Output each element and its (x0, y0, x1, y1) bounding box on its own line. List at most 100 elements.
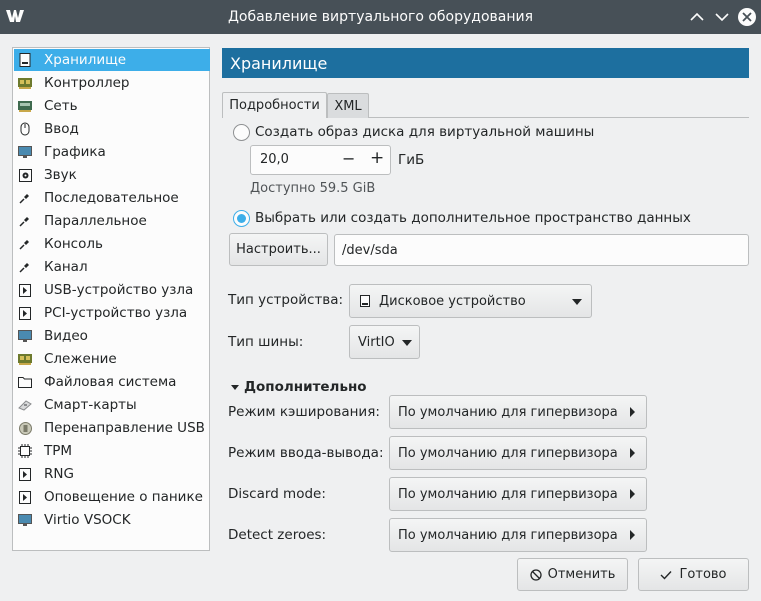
help-chevron-icon (690, 12, 704, 21)
storage-path-input[interactable]: /dev/sda (334, 234, 749, 266)
discard-mode-select[interactable]: По умолчанию для гипервизора (389, 477, 647, 511)
sidebar-item-parallel[interactable]: Параллельное (14, 210, 210, 232)
minimize-button[interactable] (713, 8, 731, 26)
sidebar-item-filesystem[interactable]: Файловая система (14, 371, 210, 393)
sidebar-item-controller[interactable]: Контроллер (14, 72, 210, 94)
device-type-label: Тип устройства: (228, 292, 344, 308)
sidebar-item-label: PCI-устройство узла (44, 305, 188, 321)
serial-cable-icon (18, 191, 32, 205)
configure-button-label: Настроить... (236, 242, 321, 257)
sidebar-item-serial[interactable]: Последовательное (14, 187, 210, 209)
tab-details[interactable]: Подробности (222, 92, 327, 118)
sidebar-item-label: USB-устройство узла (44, 282, 194, 298)
tab-xml[interactable]: XML (327, 93, 369, 118)
sidebar-item-label: Канал (44, 259, 88, 275)
sidebar-item-channel[interactable]: Канал (14, 256, 210, 278)
video-monitor-icon (18, 329, 32, 343)
sidebar-item-label: Перенаправление USB (44, 420, 205, 436)
sidebar-item-video[interactable]: Видео (14, 325, 210, 347)
sidebar-item-label: Оповещение о панике (44, 489, 203, 505)
chevron-right-icon (630, 489, 635, 499)
cache-mode-select[interactable]: По умолчанию для гипервизора (389, 395, 647, 429)
pci-device-icon (18, 306, 32, 320)
sidebar-item-input[interactable]: Ввод (14, 118, 210, 140)
device-type-select[interactable]: Дисковое устройство (349, 284, 592, 318)
usb-device-icon (18, 283, 32, 297)
cache-mode-value: По умолчанию для гипервизора (398, 404, 618, 420)
bus-type-select[interactable]: VirtIO (349, 325, 420, 359)
sidebar-item-watchdog[interactable]: Слежение (14, 348, 210, 370)
chevron-down-icon (402, 340, 412, 346)
bus-type-label: Тип шины: (228, 334, 304, 350)
sidebar-item-label: Графика (44, 144, 106, 160)
cancel-button[interactable]: Отменить (517, 558, 628, 591)
speaker-icon (18, 168, 32, 182)
chevron-down-icon (231, 384, 239, 390)
sidebar-item-panic[interactable]: Оповещение о панике (14, 486, 210, 508)
select-storage-radio[interactable] (233, 210, 250, 227)
create-disk-label[interactable]: Создать образ диска для виртуальной маши… (255, 124, 594, 140)
detect-zeroes-select[interactable]: По умолчанию для гипервизора (389, 518, 647, 552)
io-mode-select[interactable]: По умолчанию для гипервизора (389, 436, 647, 470)
panic-device-icon (18, 490, 32, 504)
increment-button[interactable]: + (370, 148, 384, 168)
storage-path-value: /dev/sda (342, 242, 398, 258)
sidebar-item-smartcard[interactable]: Смарт-карты (14, 394, 210, 416)
disk-icon (360, 295, 370, 307)
sidebar-item-label: Ввод (44, 121, 79, 137)
chevron-right-icon (630, 407, 635, 417)
sidebar-item-label: Последовательное (44, 190, 179, 206)
mouse-icon (18, 122, 32, 136)
sidebar-item-vsock[interactable]: Virtio VSOCK (14, 509, 210, 531)
io-mode-label: Режим ввода-вывода: (228, 445, 384, 461)
sidebar-item-network[interactable]: Сеть (14, 95, 210, 117)
sidebar-item-label: Контроллер (44, 75, 130, 91)
sidebar-item-label: Параллельное (44, 213, 147, 229)
ok-button[interactable]: Готово (638, 558, 749, 591)
disk-size-stepper[interactable]: 20,0 − + (250, 145, 391, 175)
sidebar-item-label: Консоль (44, 236, 103, 252)
console-cable-icon (18, 237, 32, 251)
sidebar-item-usb-host[interactable]: USB-устройство узла (14, 279, 210, 301)
sidebar-item-label: Файловая система (44, 374, 177, 390)
sidebar-item-label: Сеть (44, 98, 78, 114)
device-type-value: Дисковое устройство (379, 293, 526, 309)
usb-redirect-icon (18, 421, 32, 435)
monitor-icon (18, 145, 32, 159)
window-titlebar: Добавление виртуального оборудования (0, 0, 761, 34)
chevron-right-icon (630, 448, 635, 458)
discard-mode-label: Discard mode: (228, 486, 326, 502)
sidebar-item-console[interactable]: Консоль (14, 233, 210, 255)
cancel-button-label: Отменить (547, 567, 616, 582)
sidebar-item-rng[interactable]: RNG (14, 463, 210, 485)
sidebar-item-storage[interactable]: Хранилище (14, 49, 210, 71)
sidebar-item-sound[interactable]: Звук (14, 164, 210, 186)
smartcard-icon (18, 398, 32, 412)
close-button[interactable] (738, 8, 756, 26)
sidebar-item-label: Слежение (44, 351, 117, 367)
help-button[interactable] (688, 8, 706, 26)
sidebar-item-label: Хранилище (44, 52, 127, 68)
configure-button[interactable]: Настроить... (229, 233, 328, 266)
sidebar-item-pci-host[interactable]: PCI-устройство узла (14, 302, 210, 324)
sidebar-item-label: Звук (44, 167, 77, 183)
select-storage-label[interactable]: Выбрать или создать дополнительное прост… (255, 210, 691, 226)
decrement-button[interactable]: − (342, 149, 355, 168)
available-space: Доступно 59.5 GiB (250, 181, 376, 196)
rng-device-icon (18, 467, 32, 481)
page-title: Хранилище (222, 48, 749, 78)
sidebar-item-tpm[interactable]: TPM (14, 440, 210, 462)
tab-divider (369, 117, 749, 118)
sidebar-item-usb-redirect[interactable]: Перенаправление USB (14, 417, 210, 439)
ok-button-label: Готово (679, 567, 727, 582)
sidebar-item-label: RNG (44, 466, 74, 482)
window-title: Добавление виртуального оборудования (227, 9, 534, 25)
detect-zeroes-label: Detect zeroes: (228, 527, 327, 543)
disk-size-value[interactable]: 20,0 (260, 152, 289, 167)
advanced-expander[interactable]: Дополнительно (231, 379, 367, 395)
network-card-icon (18, 99, 32, 113)
create-disk-radio[interactable] (233, 124, 250, 141)
sidebar-item-graphics[interactable]: Графика (14, 141, 210, 163)
sidebar-item-label: TPM (44, 443, 73, 459)
sidebar-item-label: Virtio VSOCK (44, 512, 131, 528)
